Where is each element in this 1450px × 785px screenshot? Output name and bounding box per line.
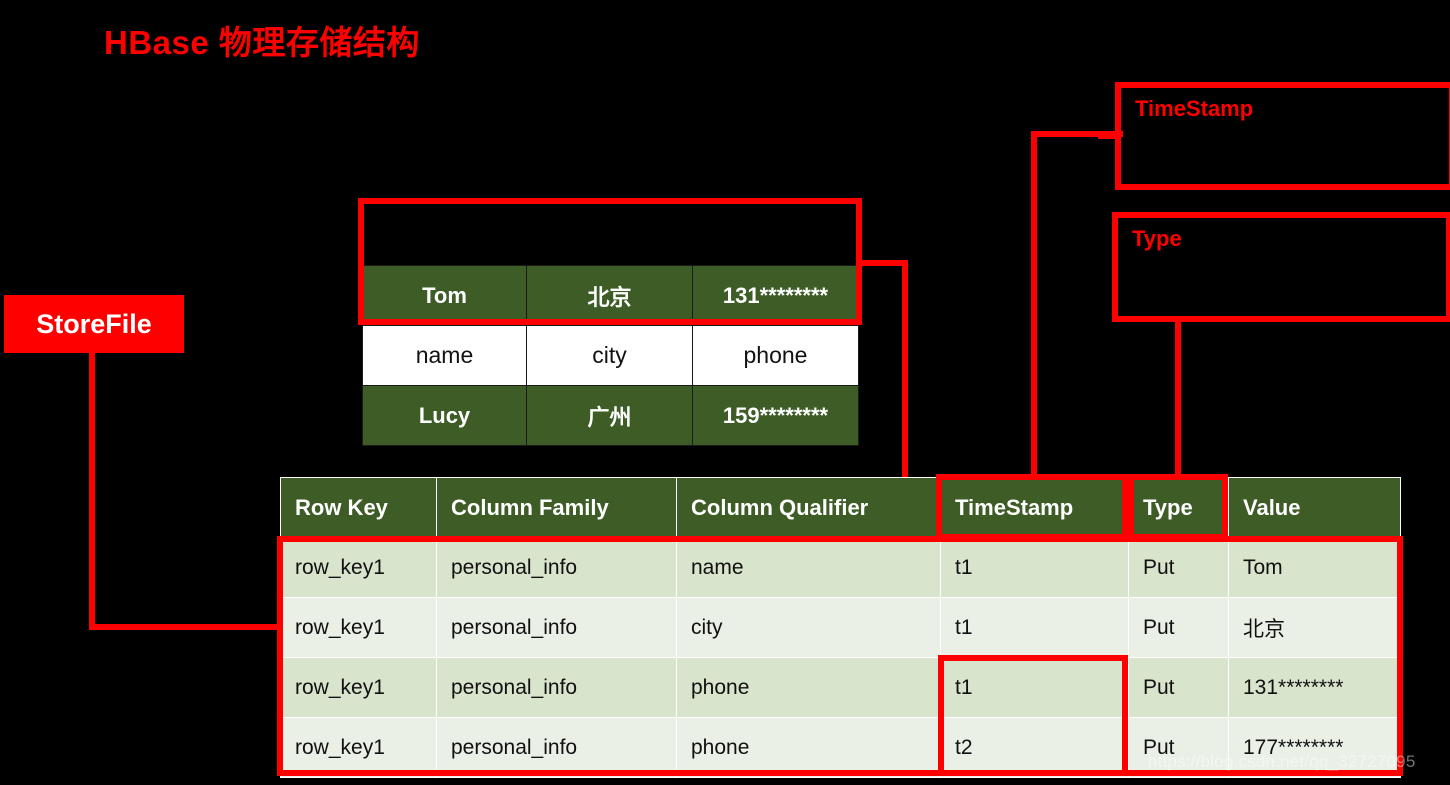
cell-row-key: row_key1 [280,717,437,778]
table-row: row_key1 personal_info city t1 Put 北京 [280,597,1401,658]
col-header-timestamp: TimeStamp [940,477,1129,538]
col-header-column-qualifier: Column Qualifier [676,477,941,538]
qualifier-connector-vertical [902,260,908,482]
storefile-connector-horizontal [89,624,283,630]
sample-header-city: city [526,325,693,386]
storefile-callout[interactable]: StoreFile [4,295,184,353]
sample-data-table: Tom 北京 131******** name city phone Lucy … [362,265,859,446]
sample-cell-name-1: Tom [362,265,527,326]
sample-header-name: name [362,325,527,386]
type-callout-label: Type [1132,226,1182,251]
cell-timestamp: t1 [940,537,1129,598]
table-row: row_key1 personal_info name t1 Put Tom [280,537,1401,598]
storefile-table: Row Key Column Family Column Qualifier T… [280,477,1401,778]
table-row: Lucy 广州 159******** [362,385,859,446]
cell-value: 131******** [1228,657,1401,718]
sample-cell-city-2: 广州 [526,385,693,446]
storefile-table-body: row_key1 personal_info name t1 Put Tom r… [280,537,1401,778]
sample-cell-name-2: Lucy [362,385,527,446]
col-header-type: Type [1128,477,1229,538]
sample-cell-city-1: 北京 [526,265,693,326]
cell-column-family: personal_info [436,657,677,718]
cell-row-key: row_key1 [280,537,437,598]
qualifier-connector-horizontal [856,260,908,266]
cell-column-qualifier: city [676,597,941,658]
cell-column-family: personal_info [436,717,677,778]
col-header-value: Value [1228,477,1401,538]
storefile-connector-vertical [89,353,95,630]
storefile-table-head: Row Key Column Family Column Qualifier T… [280,477,1401,538]
timestamp-connector-vertical [1031,131,1037,481]
cell-timestamp: t2 [940,717,1129,778]
cell-row-key: row_key1 [280,657,437,718]
cell-type: Put [1128,597,1229,658]
col-header-row-key: Row Key [280,477,437,538]
timestamp-connector-horizontal [1031,131,1123,137]
sample-cell-phone-2: 159******** [692,385,859,446]
table-row: Tom 北京 131******** [362,265,859,326]
timestamp-callout[interactable]: TimeStamp [1115,82,1450,190]
cell-column-qualifier: phone [676,717,941,778]
sample-table-body: Tom 北京 131******** name city phone Lucy … [362,265,859,446]
watermark: https://blog.csdn.net/qq_32727095 [1148,752,1416,771]
col-header-column-family: Column Family [436,477,677,538]
timestamp-callout-label: TimeStamp [1135,96,1254,121]
cell-row-key: row_key1 [280,597,437,658]
cell-timestamp: t1 [940,657,1129,718]
table-header-row: Row Key Column Family Column Qualifier T… [280,477,1401,538]
sample-header-phone: phone [692,325,859,386]
cell-timestamp: t1 [940,597,1129,658]
type-callout[interactable]: Type [1112,212,1450,322]
cell-column-qualifier: phone [676,657,941,718]
cell-type: Put [1128,657,1229,718]
cell-value: 北京 [1228,597,1401,658]
storefile-callout-label: StoreFile [36,308,152,339]
cell-type: Put [1128,537,1229,598]
page-title: HBase 物理存储结构 [104,24,420,61]
type-connector-vertical [1175,316,1181,482]
cell-column-family: personal_info [436,597,677,658]
sample-cell-phone-1: 131******** [692,265,859,326]
cell-column-family: personal_info [436,537,677,598]
cell-value: Tom [1228,537,1401,598]
table-row: name city phone [362,325,859,386]
cell-column-qualifier: name [676,537,941,598]
table-row: row_key1 personal_info phone t1 Put 131*… [280,657,1401,718]
slide-canvas: HBase 物理存储结构 StoreFile TimeStamp Type To… [0,0,1450,785]
